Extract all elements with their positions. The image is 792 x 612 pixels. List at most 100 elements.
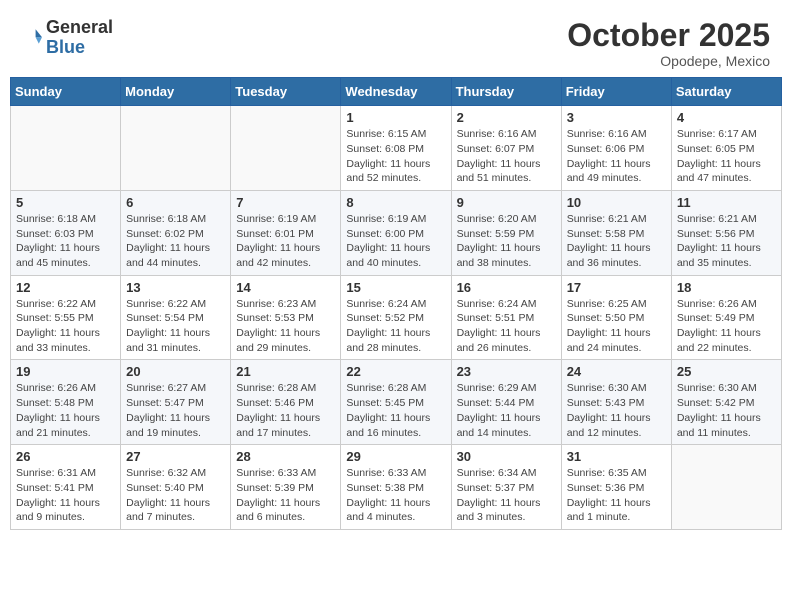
calendar-cell: 10 Sunrise: 6:21 AM Sunset: 5:58 PM Dayli… (561, 190, 671, 275)
day-number: 30 (457, 449, 556, 464)
day-number: 29 (346, 449, 445, 464)
day-info: Sunrise: 6:33 AM Sunset: 5:39 PM Dayligh… (236, 466, 335, 525)
day-number: 8 (346, 195, 445, 210)
dow-header-sunday: Sunday (11, 78, 121, 106)
calendar-cell: 3 Sunrise: 6:16 AM Sunset: 6:06 PM Daylig… (561, 106, 671, 191)
day-info: Sunrise: 6:20 AM Sunset: 5:59 PM Dayligh… (457, 212, 556, 271)
calendar-cell (671, 445, 781, 530)
day-info: Sunrise: 6:16 AM Sunset: 6:06 PM Dayligh… (567, 127, 666, 186)
logo-icon (18, 26, 42, 50)
day-info: Sunrise: 6:28 AM Sunset: 5:46 PM Dayligh… (236, 381, 335, 440)
calendar-cell: 22Sunrise: 6:28 AM Sunset: 5:45 PM Dayli… (341, 360, 451, 445)
day-number: 27 (126, 449, 225, 464)
day-number: 9 (457, 195, 556, 210)
week-row-5: 26Sunrise: 6:31 AM Sunset: 5:41 PM Dayli… (11, 445, 782, 530)
day-number: 10 (567, 195, 666, 210)
day-number: 3 (567, 110, 666, 125)
day-info: Sunrise: 6:32 AM Sunset: 5:40 PM Dayligh… (126, 466, 225, 525)
calendar-cell: 31 Sunrise: 6:35 AM Sunset: 5:36 PM Dayli… (561, 445, 671, 530)
day-number: 11 (677, 195, 776, 210)
calendar-cell: 23 Sunrise: 6:29 AM Sunset: 5:44 PM Dayli… (451, 360, 561, 445)
calendar-cell: 29Sunrise: 6:33 AM Sunset: 5:38 PM Dayli… (341, 445, 451, 530)
calendar-cell: 14Sunrise: 6:23 AM Sunset: 5:53 PM Dayli… (231, 275, 341, 360)
day-info: Sunrise: 6:34 AM Sunset: 5:37 PM Dayligh… (457, 466, 556, 525)
week-row-1: 1 Sunrise: 6:15 AM Sunset: 6:08 PM Daylig… (11, 106, 782, 191)
week-row-2: 5 Sunrise: 6:18 AM Sunset: 6:03 PM Daylig… (11, 190, 782, 275)
day-info: Sunrise: 6:31 AM Sunset: 5:41 PM Dayligh… (16, 466, 115, 525)
day-info: Sunrise: 6:17 AM Sunset: 6:05 PM Dayligh… (677, 127, 776, 186)
day-number: 1 (346, 110, 445, 125)
calendar-cell: 13 Sunrise: 6:22 AM Sunset: 5:54 PM Dayli… (121, 275, 231, 360)
day-info: Sunrise: 6:21 AM Sunset: 5:56 PM Dayligh… (677, 212, 776, 271)
day-number: 25 (677, 364, 776, 379)
dow-header-wednesday: Wednesday (341, 78, 451, 106)
day-number: 12 (16, 280, 115, 295)
calendar-cell: 17Sunrise: 6:25 AM Sunset: 5:50 PM Dayli… (561, 275, 671, 360)
calendar-cell: 2Sunrise: 6:16 AM Sunset: 6:07 PM Daylig… (451, 106, 561, 191)
calendar-cell: 30 Sunrise: 6:34 AM Sunset: 5:37 PM Dayli… (451, 445, 561, 530)
day-number: 4 (677, 110, 776, 125)
calendar-cell: 8 Sunrise: 6:19 AM Sunset: 6:00 PM Daylig… (341, 190, 451, 275)
day-info: Sunrise: 6:22 AM Sunset: 5:55 PM Dayligh… (16, 297, 115, 356)
day-number: 21 (236, 364, 335, 379)
calendar-body: 1 Sunrise: 6:15 AM Sunset: 6:08 PM Daylig… (11, 106, 782, 530)
title-section: October 2025 Opodepe, Mexico (567, 18, 770, 69)
dow-header-saturday: Saturday (671, 78, 781, 106)
calendar-cell: 18 Sunrise: 6:26 AM Sunset: 5:49 PM Dayli… (671, 275, 781, 360)
day-info: Sunrise: 6:29 AM Sunset: 5:44 PM Dayligh… (457, 381, 556, 440)
day-number: 16 (457, 280, 556, 295)
day-info: Sunrise: 6:15 AM Sunset: 6:08 PM Dayligh… (346, 127, 445, 186)
calendar-cell: 21 Sunrise: 6:28 AM Sunset: 5:46 PM Dayli… (231, 360, 341, 445)
day-info: Sunrise: 6:21 AM Sunset: 5:58 PM Dayligh… (567, 212, 666, 271)
calendar-cell: 26Sunrise: 6:31 AM Sunset: 5:41 PM Dayli… (11, 445, 121, 530)
calendar-cell: 25 Sunrise: 6:30 AM Sunset: 5:42 PM Dayli… (671, 360, 781, 445)
week-row-4: 19 Sunrise: 6:26 AM Sunset: 5:48 PM Dayli… (11, 360, 782, 445)
day-info: Sunrise: 6:19 AM Sunset: 6:00 PM Dayligh… (346, 212, 445, 271)
week-row-3: 12 Sunrise: 6:22 AM Sunset: 5:55 PM Dayli… (11, 275, 782, 360)
page-header: GeneralBlue October 2025 Opodepe, Mexico (10, 10, 782, 77)
day-number: 31 (567, 449, 666, 464)
calendar-cell: 9 Sunrise: 6:20 AM Sunset: 5:59 PM Daylig… (451, 190, 561, 275)
day-number: 17 (567, 280, 666, 295)
calendar-cell: 16 Sunrise: 6:24 AM Sunset: 5:51 PM Dayli… (451, 275, 561, 360)
day-info: Sunrise: 6:35 AM Sunset: 5:36 PM Dayligh… (567, 466, 666, 525)
calendar-cell (11, 106, 121, 191)
day-info: Sunrise: 6:16 AM Sunset: 6:07 PM Dayligh… (457, 127, 556, 186)
calendar-cell: 27 Sunrise: 6:32 AM Sunset: 5:40 PM Dayli… (121, 445, 231, 530)
calendar-cell: 24 Sunrise: 6:30 AM Sunset: 5:43 PM Dayli… (561, 360, 671, 445)
day-number: 18 (677, 280, 776, 295)
dow-header-friday: Friday (561, 78, 671, 106)
day-number: 28 (236, 449, 335, 464)
day-number: 15 (346, 280, 445, 295)
day-number: 24 (567, 364, 666, 379)
calendar-cell: 20Sunrise: 6:27 AM Sunset: 5:47 PM Dayli… (121, 360, 231, 445)
calendar-cell (121, 106, 231, 191)
calendar-cell (231, 106, 341, 191)
day-info: Sunrise: 6:23 AM Sunset: 5:53 PM Dayligh… (236, 297, 335, 356)
logo-text: GeneralBlue (46, 18, 113, 58)
day-number: 20 (126, 364, 225, 379)
calendar-cell: 12 Sunrise: 6:22 AM Sunset: 5:55 PM Dayli… (11, 275, 121, 360)
calendar-cell: 4 Sunrise: 6:17 AM Sunset: 6:05 PM Daylig… (671, 106, 781, 191)
day-number: 6 (126, 195, 225, 210)
day-number: 5 (16, 195, 115, 210)
day-info: Sunrise: 6:26 AM Sunset: 5:49 PM Dayligh… (677, 297, 776, 356)
day-info: Sunrise: 6:22 AM Sunset: 5:54 PM Dayligh… (126, 297, 225, 356)
day-number: 19 (16, 364, 115, 379)
calendar-cell: 1 Sunrise: 6:15 AM Sunset: 6:08 PM Daylig… (341, 106, 451, 191)
day-of-week-row: SundayMondayTuesdayWednesdayThursdayFrid… (11, 78, 782, 106)
day-info: Sunrise: 6:30 AM Sunset: 5:42 PM Dayligh… (677, 381, 776, 440)
day-info: Sunrise: 6:26 AM Sunset: 5:48 PM Dayligh… (16, 381, 115, 440)
dow-header-monday: Monday (121, 78, 231, 106)
logo: GeneralBlue (18, 18, 113, 58)
month-title: October 2025 (567, 18, 770, 53)
day-number: 13 (126, 280, 225, 295)
day-number: 23 (457, 364, 556, 379)
day-number: 22 (346, 364, 445, 379)
calendar-cell: 28 Sunrise: 6:33 AM Sunset: 5:39 PM Dayli… (231, 445, 341, 530)
day-info: Sunrise: 6:24 AM Sunset: 5:51 PM Dayligh… (457, 297, 556, 356)
day-number: 7 (236, 195, 335, 210)
day-info: Sunrise: 6:18 AM Sunset: 6:03 PM Dayligh… (16, 212, 115, 271)
calendar-cell: 5 Sunrise: 6:18 AM Sunset: 6:03 PM Daylig… (11, 190, 121, 275)
day-info: Sunrise: 6:30 AM Sunset: 5:43 PM Dayligh… (567, 381, 666, 440)
